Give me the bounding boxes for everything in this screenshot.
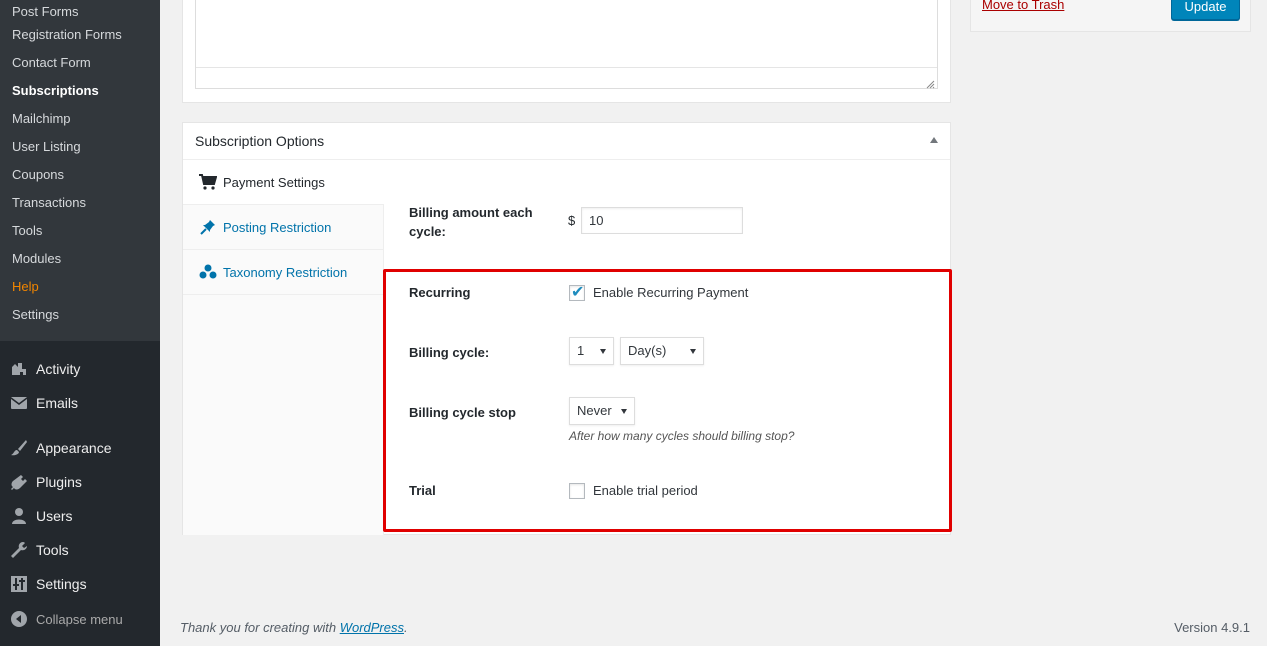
label-line: Billing amount each [409,205,533,220]
tab-label: Posting Restriction [223,219,332,235]
menu-label: Users [36,508,73,524]
checkmark-icon: ✔ [571,284,585,301]
menu-label: Collapse menu [36,611,123,627]
groups-icon [199,263,217,281]
menu-label: Appearance [36,440,112,456]
update-button[interactable]: Update [1171,0,1240,20]
billing-amount-input[interactable]: 10 [581,207,743,234]
cycle-stop-select[interactable]: Never [569,397,635,425]
recurring-checkbox-label[interactable]: Enable Recurring Payment [593,285,748,300]
submenu-coupons[interactable]: Coupons [0,163,160,191]
tab-taxonomy-restriction[interactable]: Taxonomy Restriction [183,250,383,295]
menu-label: Settings [36,576,87,592]
cart-icon [199,173,217,191]
plugin-icon [9,472,29,492]
pin-icon [199,218,217,236]
trial-checkbox[interactable] [569,483,585,499]
menu-tools[interactable]: Tools [0,533,160,567]
select-value: 1 [577,343,585,358]
recurring-label: Recurring [409,285,471,300]
envelope-icon [9,393,29,413]
collapse-menu-button[interactable]: Collapse menu [0,602,160,636]
menu-activity[interactable]: Activity [0,352,160,386]
billing-cycle-count-select[interactable]: 1 [569,337,614,365]
content-editor-box [182,0,951,103]
subscription-options-header[interactable]: Subscription Options [183,123,950,160]
billing-cycle-unit-select[interactable]: Day(s) [620,337,704,365]
activity-icon [9,359,29,379]
menu-label: Plugins [36,474,82,490]
submenu-user-listing[interactable]: User Listing [0,135,160,163]
cycle-stop-label: Billing cycle stop [409,405,516,420]
tab-label: Taxonomy Restriction [223,264,348,280]
dropdown-arrow-icon [690,349,696,354]
collapse-icon [9,609,29,629]
trial-checkbox-label[interactable]: Enable trial period [593,483,698,498]
dropdown-arrow-icon [621,409,627,414]
select-value: Never [577,403,612,418]
submenu-registration-forms[interactable]: Registration Forms [0,23,160,51]
menu-emails[interactable]: Emails [0,386,160,420]
menu-label: Activity [36,361,81,377]
wordpress-link[interactable]: WordPress [340,620,404,635]
wrench-icon [9,540,29,560]
tab-payment-settings[interactable]: Payment Settings [183,160,384,205]
trial-label: Trial [409,483,436,498]
label-line: cycle: [409,224,446,239]
menu-users[interactable]: Users [0,499,160,533]
select-value: Day(s) [628,343,667,358]
paintbrush-icon [9,438,29,458]
footer-text: . [404,620,408,635]
submenu-transactions[interactable]: Transactions [0,191,160,219]
tab-label: Payment Settings [223,174,325,190]
submenu-mailchimp[interactable]: Mailchimp [0,107,160,135]
submenu-subscriptions[interactable]: Subscriptions [0,79,160,107]
submenu-help[interactable]: Help [0,275,160,303]
dropdown-arrow-icon [600,349,606,354]
currency-symbol: $ [568,213,576,228]
publish-box: Move to Trash Update [970,0,1251,32]
sliders-icon [9,574,29,594]
footer-text: Thank you for creating with [180,620,340,635]
box-title: Subscription Options [195,133,325,149]
move-to-trash-link[interactable]: Move to Trash [982,0,1064,12]
menu-label: Tools [36,542,69,558]
menu-settings[interactable]: Settings [0,567,160,601]
admin-sidebar: Post Forms Registration Forms Contact Fo… [0,0,160,646]
menu-label: Emails [36,395,79,411]
submenu-modules[interactable]: Modules [0,247,160,275]
main-menu: Activity Emails Appearance Plugins Users [0,341,160,636]
subscription-tabs: Payment Settings Posting Restriction Tax… [183,160,384,535]
editor-status-bar [196,67,937,89]
recurring-checkbox[interactable]: ✔ [569,284,585,301]
user-icon [9,506,29,526]
footer-thanks: Thank you for creating with WordPress. [180,620,408,635]
tab-posting-restriction[interactable]: Posting Restriction [183,205,383,250]
submenu-contact-form[interactable]: Contact Form [0,51,160,79]
resize-grip-icon[interactable] [926,77,935,89]
footer-version: Version 4.9.1 [1174,620,1250,635]
menu-plugins[interactable]: Plugins [0,465,160,499]
billing-cycle-label: Billing cycle: [409,345,490,360]
submenu-tools[interactable]: Tools [0,219,160,247]
submenu-settings[interactable]: Settings [0,303,160,331]
cycle-stop-hint: After how many cycles should billing sto… [569,429,795,443]
billing-amount-label: Billing amount each cycle: [409,203,533,241]
plugin-submenu: Post Forms Registration Forms Contact Fo… [0,0,160,341]
collapse-arrow-icon[interactable] [930,137,938,143]
editor-textarea[interactable] [195,0,938,89]
submenu-post-forms[interactable]: Post Forms [0,0,160,23]
menu-appearance[interactable]: Appearance [0,431,160,465]
